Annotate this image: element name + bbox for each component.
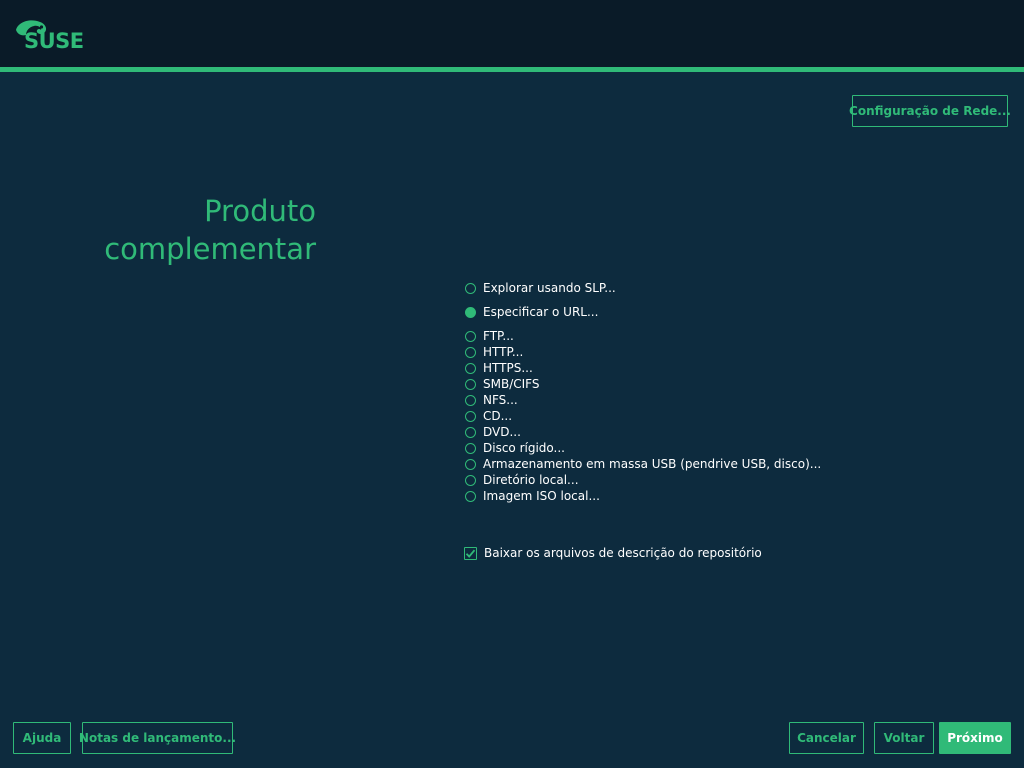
page-title: Produto complementar [104,192,316,268]
option-usb-storage[interactable]: Armazenamento em massa USB (pendrive USB… [464,456,821,472]
topbar-accent-line [0,67,1024,72]
option-dvd[interactable]: DVD... [464,424,521,440]
option-cd[interactable]: CD... [464,408,512,424]
option-nfs[interactable]: NFS... [464,392,518,408]
radio-dvd[interactable] [465,426,476,438]
radio-nfs[interactable] [465,394,476,406]
checkmark-icon [465,549,476,558]
download-descriptions-checkbox[interactable] [464,546,477,560]
radio-smb-cifs[interactable] [465,378,476,390]
option-https-label: HTTPS... [483,361,533,375]
radio-slp[interactable] [465,282,476,294]
radio-local-directory[interactable] [465,474,476,486]
next-button[interactable]: Próximo [939,722,1011,754]
network-config-button[interactable]: Configuração de Rede... [849,95,1011,127]
option-local-iso-label: Imagem ISO local... [483,489,600,503]
option-local-directory[interactable]: Diretório local... [464,472,579,488]
top-bar: SUSE [0,0,1024,67]
option-usb-storage-label: Armazenamento em massa USB (pendrive USB… [483,457,822,471]
option-hard-disk[interactable]: Disco rígido... [464,440,565,456]
option-local-directory-label: Diretório local... [483,473,579,487]
radio-https[interactable] [465,362,476,374]
radio-cd[interactable] [465,410,476,422]
page-title-line2: complementar [104,232,316,266]
download-descriptions-row[interactable]: Baixar os arquivos de descrição do repos… [464,546,762,560]
cancel-button[interactable]: Cancelar [789,722,864,754]
option-smb-cifs-label: SMB/CIFS [483,377,540,391]
download-descriptions-label: Baixar os arquivos de descrição do repos… [484,546,762,560]
option-http[interactable]: HTTP... [464,344,523,360]
radio-local-iso[interactable] [465,490,476,502]
option-specify-url-label: Especificar o URL... [483,305,599,319]
release-notes-button[interactable]: Notas de lançamento... [79,722,236,754]
option-ftp-label: FTP... [483,329,514,343]
option-local-iso[interactable]: Imagem ISO local... [464,488,600,504]
option-specify-url[interactable]: Especificar o URL... [464,304,598,320]
suse-logo-text: SUSE [24,29,84,53]
radio-hard-disk[interactable] [465,442,476,454]
option-smb-cifs[interactable]: SMB/CIFS [464,376,539,392]
option-http-label: HTTP... [483,345,524,359]
option-dvd-label: DVD... [483,425,521,439]
radio-specify-url[interactable] [465,306,476,318]
option-nfs-label: NFS... [483,393,518,407]
radio-ftp[interactable] [465,330,476,342]
radio-usb-storage[interactable] [465,458,476,470]
help-button[interactable]: Ajuda [13,722,71,754]
page-title-line1: Produto [204,194,316,228]
option-slp[interactable]: Explorar usando SLP... [464,280,616,296]
option-https[interactable]: HTTPS... [464,360,533,376]
radio-http[interactable] [465,346,476,358]
option-hard-disk-label: Disco rígido... [483,441,565,455]
option-cd-label: CD... [483,409,513,423]
back-button[interactable]: Voltar [874,722,934,754]
option-slp-label: Explorar usando SLP... [483,281,616,295]
option-ftp[interactable]: FTP... [464,328,514,344]
